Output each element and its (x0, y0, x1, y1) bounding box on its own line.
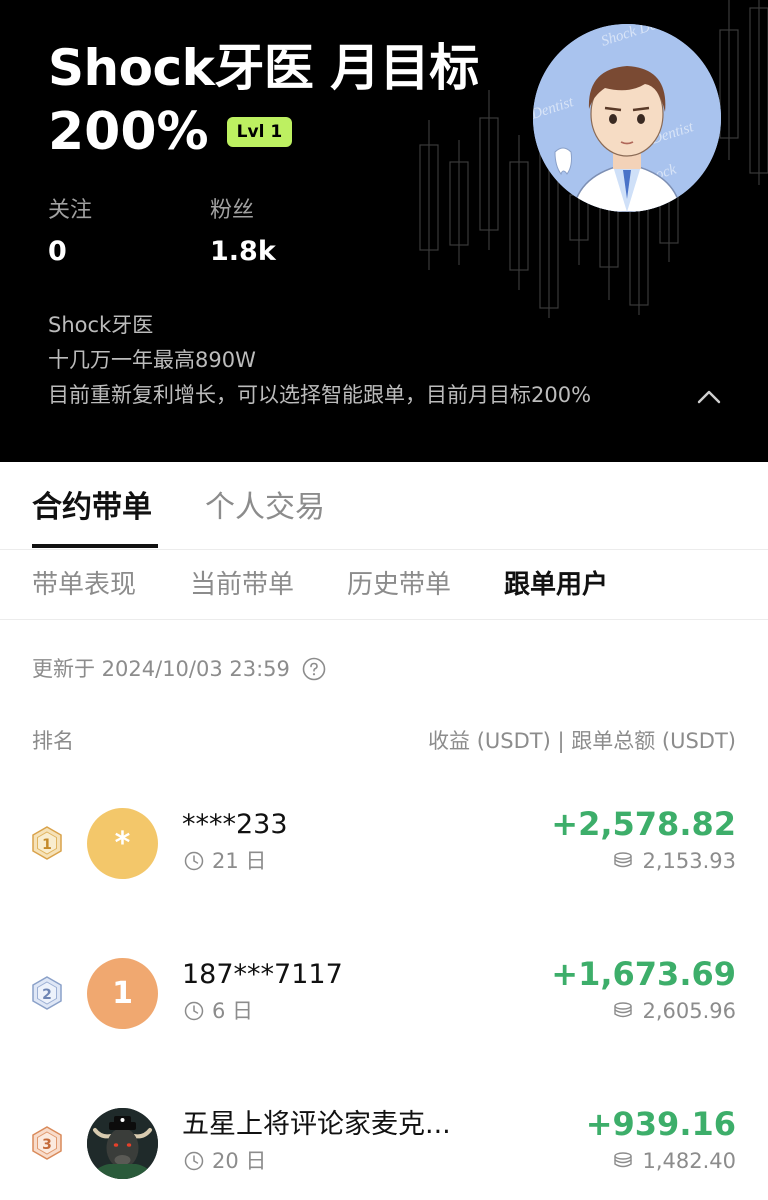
tab-history[interactable]: 历史带单 (347, 568, 451, 602)
bio-line-2: 十几万一年最高890W (48, 348, 256, 372)
avatar-initial: * (114, 826, 131, 861)
column-profit-total: 收益 (USDT) | 跟单总额 (USDT) (428, 729, 736, 753)
bull-avatar-illustration (87, 1108, 158, 1179)
profile-bio: Shock牙医 十几万一年最高890W 目前重新复利增长，可以选择智能跟单，目前… (48, 308, 591, 413)
follower-profit: +939.16 (585, 1105, 736, 1143)
page-title: Shock牙医 月目标 (48, 39, 479, 97)
clock-icon (184, 1151, 204, 1171)
rank-badge-icon: 2 (32, 976, 62, 1010)
total-amount: 1,482.40 (642, 1149, 736, 1173)
column-rank: 排名 (32, 729, 74, 753)
tab-performance[interactable]: 带单表现 (32, 568, 136, 602)
follower-row[interactable]: 1 * ****233 21 日 +2,578.82 2,153.93 (0, 805, 768, 918)
follow-days: 6 日 (212, 999, 254, 1023)
main-tabs: 合约带单 个人交易 (0, 462, 768, 550)
follower-profit: +2,578.82 (551, 805, 736, 843)
rank-badge-icon: 1 (32, 826, 62, 860)
profile-header: Shock牙医 月目标 200% Lvl 1 Shock Dentist Den… (0, 0, 768, 462)
rank-badge-icon: 3 (32, 1126, 62, 1160)
tab-personal-trading[interactable]: 个人交易 (205, 488, 325, 528)
active-tab-indicator (32, 544, 158, 548)
follower-row[interactable]: 2 1 187***7117 6 日 +1,673.69 2,605.96 (0, 955, 768, 1068)
avatar-initial: 1 (112, 976, 133, 1011)
total-amount: 2,605.96 (642, 999, 736, 1023)
level-badge: Lvl 1 (226, 117, 293, 147)
update-time-text: 更新于 2024/10/03 23:59 (32, 657, 290, 681)
coins-icon (614, 1002, 633, 1018)
follower-total: 1,482.40 (612, 1146, 736, 1176)
avatar: * (87, 808, 158, 879)
trader-avatar[interactable]: Shock Dentist Dentist Dentist Shock (533, 24, 721, 212)
coins-icon (614, 1152, 633, 1168)
stat-following[interactable]: 关注 0 (48, 196, 92, 272)
follower-profit: +1,673.69 (551, 955, 736, 993)
follower-row[interactable]: 3 五星上将评论家麦克... 20 日 +939.16 1,482.40 (0, 1105, 768, 1200)
follow-duration: 20 日 (184, 1146, 266, 1176)
clock-icon (184, 1001, 204, 1021)
follow-days: 20 日 (212, 1149, 267, 1173)
follower-total: 2,605.96 (612, 996, 736, 1026)
follow-days: 21 日 (212, 849, 267, 873)
follower-name: 187***7117 (182, 959, 343, 990)
update-time: 更新于 2024/10/03 23:59 (32, 654, 326, 684)
page: Shock牙医 月目标 200% Lvl 1 Shock Dentist Den… (0, 0, 768, 1200)
rank-number: 1 (42, 837, 52, 853)
clock-icon (184, 851, 204, 871)
follower-name: 五星上将评论家麦克... (182, 1109, 451, 1140)
coins-icon (614, 852, 633, 868)
stat-followers-value: 1.8k (210, 236, 276, 267)
bio-line-3: 目前重新复利增长，可以选择智能跟单，目前月目标200% (48, 383, 592, 407)
tab-contract-copytrading[interactable]: 合约带单 (32, 488, 152, 528)
monthly-target-pct: 200% (48, 102, 209, 162)
follower-name: ****233 (182, 809, 288, 840)
rank-number: 2 (42, 987, 52, 1003)
stat-followers-label: 粉丝 (210, 198, 255, 223)
rank-number: 3 (42, 1137, 52, 1153)
stat-followers[interactable]: 粉丝 1.8k (210, 196, 276, 272)
sub-tabs: 带单表现 当前带单 历史带单 跟单用户 (0, 550, 768, 620)
follower-total: 2,153.93 (612, 846, 736, 876)
total-amount: 2,153.93 (642, 849, 736, 873)
dentist-avatar-illustration: Shock Dentist Dentist Dentist Shock (533, 24, 721, 212)
tab-copy-users[interactable]: 跟单用户 (504, 568, 608, 602)
chevron-up-icon[interactable] (694, 384, 724, 408)
title-line-2: 200% Lvl 1 (48, 100, 293, 164)
help-circle-icon[interactable] (302, 657, 326, 681)
stat-following-value: 0 (48, 236, 67, 267)
bio-line-1: Shock牙医 (48, 313, 154, 337)
tab-current-positions[interactable]: 当前带单 (190, 568, 294, 602)
avatar: 1 (87, 958, 158, 1029)
follow-duration: 21 日 (184, 846, 266, 876)
follow-duration: 6 日 (184, 996, 253, 1026)
avatar (87, 1108, 158, 1179)
stat-following-label: 关注 (48, 198, 93, 223)
